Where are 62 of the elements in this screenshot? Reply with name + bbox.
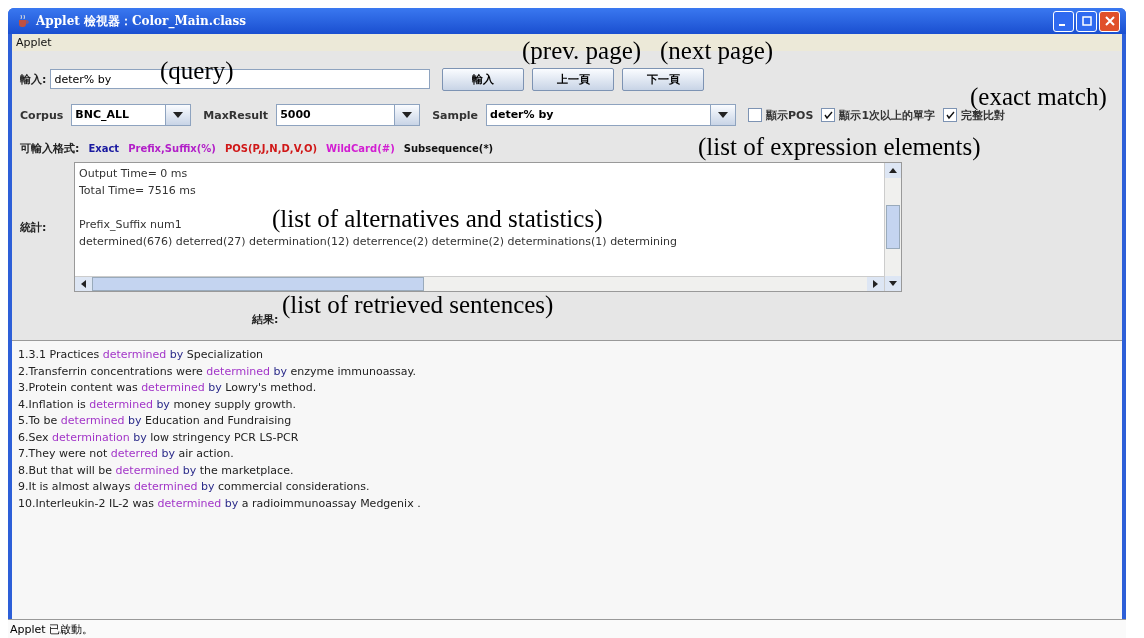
annotation-text: (prev. page) [522, 38, 642, 63]
annotation-text: (next page) [660, 38, 774, 63]
window-title: Applet 檢視器：Color_Main.class [36, 12, 248, 30]
cup-icon [16, 14, 30, 28]
result-sentence: 1.3.1 Practices determined by Specialization [18, 347, 265, 363]
statistics-line: Total Time= 7516 ms [79, 183, 196, 199]
statistics-line: determined(676) deterred(27) determination(12) deterrence(2) determine(2) determinations(1) determining [79, 234, 678, 250]
action-button[interactable]: 下一頁 [622, 67, 705, 91]
statistics-line: Output Time= 0 ms [79, 166, 188, 182]
result-sentence: 9.It is almost always determined by commercial considerations. [18, 479, 371, 495]
annotation-text: (list of retrieved sentences) [282, 292, 554, 317]
annotation-text: (exact match) [970, 84, 1107, 109]
vertical-scrollbar[interactable] [884, 163, 901, 291]
results-label: 結果: [252, 311, 279, 327]
dropdown[interactable]: BNC_ALL [71, 104, 192, 126]
result-sentence: 4.Inflation is determined by money supply growth. [18, 396, 298, 413]
query-label: 輸入: [20, 71, 47, 87]
option-label: Corpus [20, 108, 64, 122]
format-item: Prefix,Suffix(%) [128, 142, 216, 154]
result-sentence: 10.Interleukin-2 IL-2 was determined by a radioimmunoassay Medgenix . [18, 495, 422, 512]
annotation-text: (list of expression elements) [698, 134, 981, 159]
format-item: POS(P,J,N,D,V,O) [224, 142, 317, 154]
down-arrow-icon [889, 281, 897, 286]
left-arrow-icon [81, 280, 86, 288]
checkbox-label: 顯示POS [766, 107, 814, 123]
right-arrow-icon [873, 280, 878, 288]
format-item: WildCard(#) [325, 142, 395, 154]
close-button[interactable] [1099, 10, 1120, 32]
minimize-icon [1058, 24, 1065, 26]
formats-label: 可輸入格式: [20, 140, 80, 156]
result-sentence: 5.To be determined by Education and Fundraising [18, 413, 293, 429]
result-sentence: 3.Protein content was determined by Lowry's method. [18, 380, 318, 396]
checkbox[interactable] [748, 108, 763, 122]
action-button[interactable]: 輸入 [442, 67, 525, 91]
option-label: Sample [432, 108, 479, 122]
result-sentence: 7.They were not deterred by air action. [18, 446, 235, 462]
caret-icon [173, 112, 184, 118]
minimize-button[interactable] [1053, 10, 1074, 32]
dropdown[interactable]: deter% by [486, 104, 737, 126]
caret-icon [718, 112, 729, 118]
format-item: Exact [88, 142, 120, 154]
result-sentence: 8.But that will be determined by the marketplace. [18, 462, 295, 479]
annotation-text: (list of alternatives and statistics) [272, 206, 603, 231]
result-sentence: 2.Transferrin concentrations were determined by enzyme immunoassay. [18, 363, 417, 380]
checkbox[interactable] [821, 108, 836, 122]
horizontal-scrollbar[interactable] [75, 276, 884, 291]
maximize-button[interactable] [1076, 10, 1097, 32]
action-button[interactable]: 上一頁 [532, 67, 615, 91]
status-text: Applet 已啟動。 [10, 621, 94, 637]
maximize-icon [1081, 16, 1092, 26]
result-sentence: 6.Sex determination by low stringency PCR LS-PCR [18, 429, 300, 446]
option-label: MaxResult [203, 108, 269, 122]
statistics-line: Prefix_Suffix num1 [79, 217, 182, 233]
dropdown[interactable]: 5000 [276, 104, 421, 126]
format-item: Subsequence(*) [403, 142, 494, 154]
checkbox-label: 顯示1次以上的單字 [839, 107, 936, 123]
checkbox[interactable] [943, 108, 958, 122]
statistics-label: 統計: [20, 219, 48, 235]
caret-icon [402, 112, 413, 118]
close-icon [1104, 16, 1115, 26]
up-arrow-icon [889, 168, 897, 173]
menu-item[interactable]: Applet [16, 36, 52, 49]
